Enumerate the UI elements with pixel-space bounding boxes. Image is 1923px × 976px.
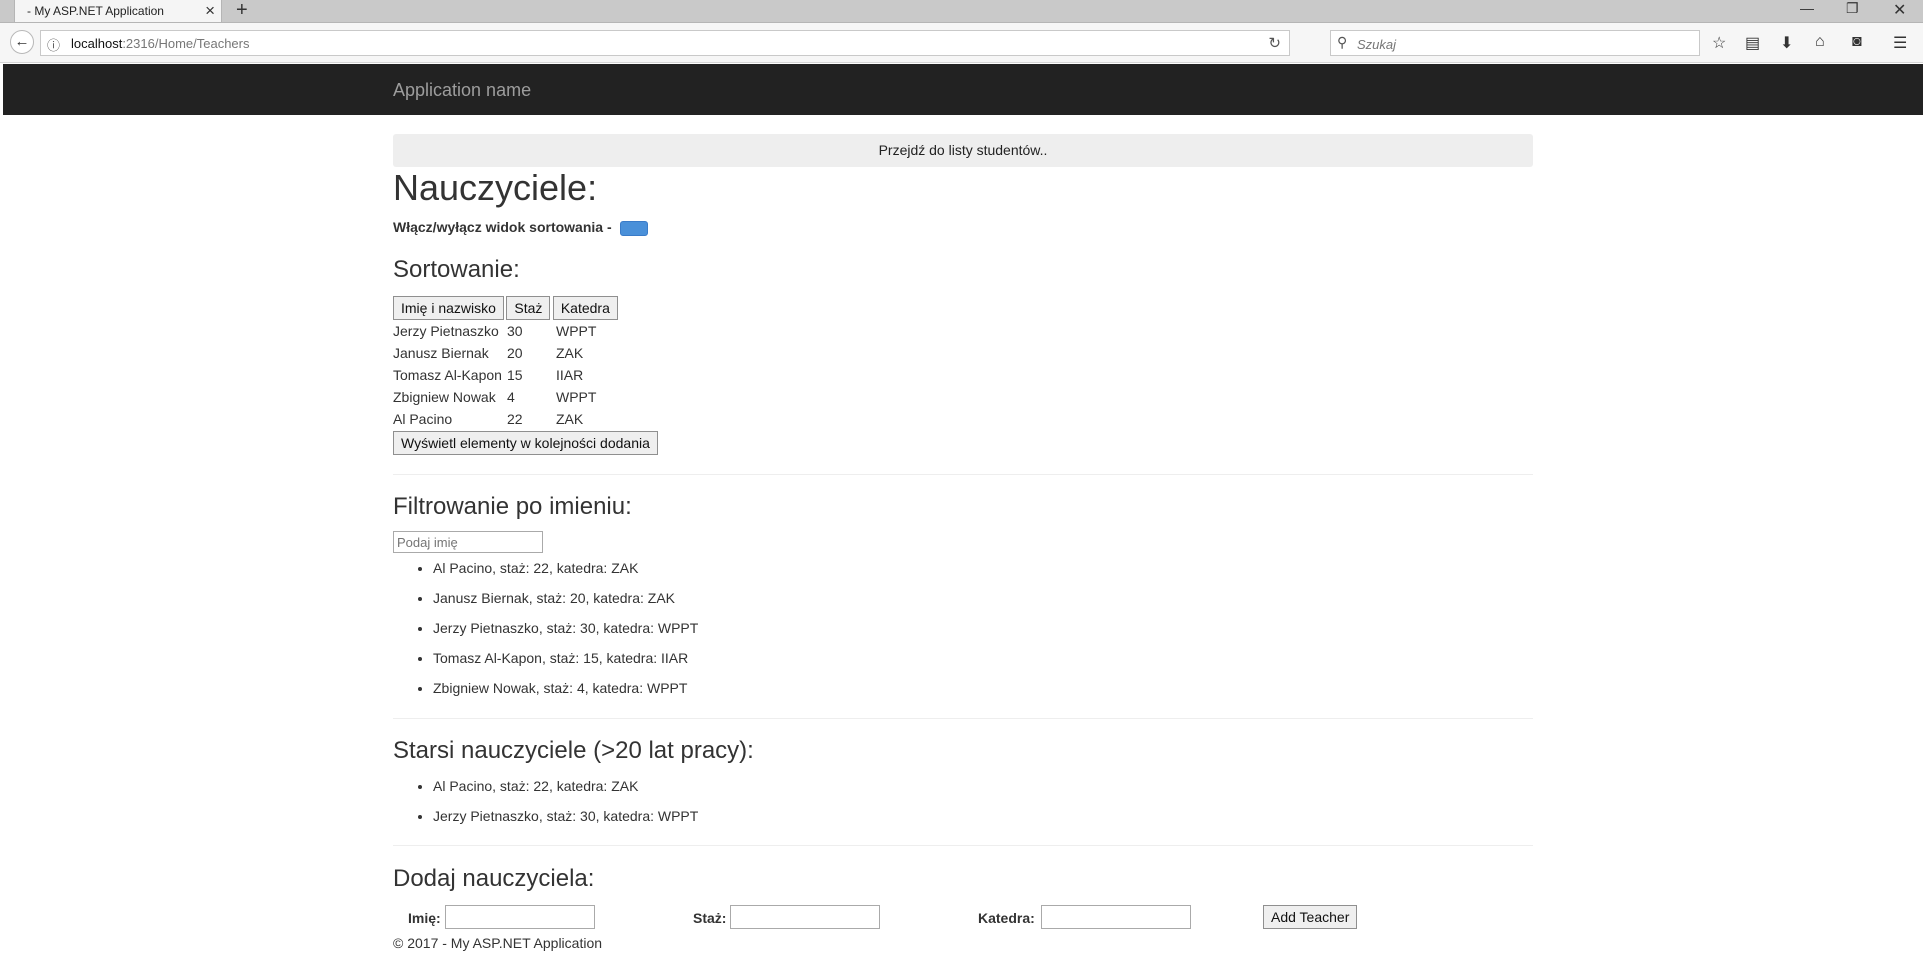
- back-icon[interactable]: ←: [10, 30, 34, 54]
- students-list-link[interactable]: Przejdź do listy studentów..: [393, 134, 1533, 167]
- minimize-icon[interactable]: —: [1800, 0, 1814, 16]
- search-icon: ⚲: [1337, 34, 1348, 50]
- divider: [393, 845, 1533, 846]
- page-title: Nauczyciele:: [393, 167, 598, 208]
- close-window-icon[interactable]: ✕: [1893, 0, 1906, 20]
- add-teacher-heading: Dodaj nauczyciela:: [393, 865, 595, 892]
- table-row: Zbigniew Nowak 4 WPPT: [393, 386, 600, 408]
- sort-by-experience-button[interactable]: Staż: [506, 296, 551, 320]
- divider: [393, 718, 1533, 719]
- list-item: Tomasz Al-Kapon, staż: 15, katedra: IIAR: [433, 643, 698, 673]
- cell-department: WPPT: [556, 389, 597, 405]
- filter-heading: Filtrowanie po imieniu:: [393, 493, 632, 520]
- name-field[interactable]: [445, 905, 595, 929]
- list-item: Jerzy Pietnaszko, staż: 30, katedra: WPP…: [433, 801, 698, 831]
- department-label: Katedra:: [978, 910, 1035, 926]
- cell-name: Janusz Biernak: [393, 345, 489, 361]
- reader-icon[interactable]: ▤: [1745, 33, 1760, 53]
- experience-field[interactable]: [730, 905, 880, 929]
- original-order-button[interactable]: Wyświetl elementy w kolejności dodania: [393, 431, 658, 455]
- pocket-icon[interactable]: ◙: [1852, 33, 1862, 51]
- table-row: Jerzy Pietnaszko 30 WPPT: [393, 320, 600, 342]
- close-tab-icon[interactable]: ×: [205, 1, 215, 21]
- list-item: Al Pacino, staż: 22, katedra: ZAK: [433, 771, 698, 801]
- sort-buttons: Imię i nazwisko Staż Katedra: [393, 296, 618, 320]
- name-label: Imię:: [408, 910, 441, 926]
- list-item: Jerzy Pietnaszko, staż: 30, katedra: WPP…: [433, 613, 698, 643]
- name-filter-input[interactable]: [393, 531, 543, 553]
- cell-department: ZAK: [556, 411, 584, 427]
- table-row: Al Pacino 22 ZAK: [393, 408, 600, 430]
- sort-toggle-label: Włącz/wyłącz widok sortowania -: [393, 219, 612, 235]
- new-tab-icon[interactable]: +: [236, 0, 248, 22]
- cell-name: Jerzy Pietnaszko: [393, 323, 499, 339]
- bookmark-star-icon[interactable]: ☆: [1712, 33, 1726, 53]
- sort-by-department-button[interactable]: Katedra: [552, 296, 618, 320]
- list-item: Al Pacino, staż: 22, katedra: ZAK: [433, 553, 698, 583]
- sorted-teachers-table: Jerzy Pietnaszko 30 WPPT Janusz Biernak …: [393, 320, 600, 430]
- add-teacher-form: Imię: Staż: Katedra: Add Teacher: [393, 903, 1533, 931]
- cell-experience: 22: [507, 411, 523, 427]
- senior-teachers-list: Al Pacino, staż: 22, katedra: ZAK Jerzy …: [393, 771, 698, 831]
- restore-icon[interactable]: ❐: [1846, 0, 1859, 17]
- cell-name: Zbigniew Nowak: [393, 389, 496, 405]
- browser-tab-strip: - My ASP.NET Application × + — ❐ ✕: [0, 0, 1923, 23]
- cell-name: Al Pacino: [393, 411, 453, 427]
- cell-experience: 30: [507, 323, 523, 339]
- sort-toggle-button[interactable]: [619, 220, 648, 236]
- table-row: Tomasz Al-Kapon 15 IIAR: [393, 364, 600, 386]
- list-item: Zbigniew Nowak, staż: 4, katedra: WPPT: [433, 673, 698, 703]
- browser-tab[interactable]: - My ASP.NET Application ×: [14, 0, 222, 22]
- senior-teachers-heading: Starsi nauczyciele (>20 lat pracy):: [393, 737, 754, 764]
- cell-department: IIAR: [556, 367, 584, 383]
- footer: © 2017 - My ASP.NET Application: [393, 935, 603, 951]
- url-text: localhost:2316/Home/Teachers: [71, 36, 250, 51]
- download-icon[interactable]: ⬇: [1780, 33, 1793, 53]
- sort-toggle-row: Włącz/wyłącz widok sortowania -: [393, 219, 648, 236]
- info-icon[interactable]: ⓘ: [47, 35, 60, 54]
- cell-name: Tomasz Al-Kapon: [393, 367, 502, 383]
- department-field[interactable]: [1041, 905, 1191, 929]
- sort-by-name-button[interactable]: Imię i nazwisko: [393, 296, 504, 320]
- reload-icon[interactable]: ↻: [1268, 34, 1281, 52]
- cell-experience: 15: [507, 367, 523, 383]
- sorting-heading: Sortowanie:: [393, 256, 520, 283]
- menu-icon[interactable]: ☰: [1893, 33, 1907, 53]
- divider: [393, 474, 1533, 475]
- browser-toolbar: ← ⓘ localhost:2316/Home/Teachers ↻ ⚲ ☆ ▤…: [0, 23, 1923, 63]
- cell-department: WPPT: [556, 323, 597, 339]
- search-input[interactable]: [1355, 34, 1689, 54]
- experience-label: Staż:: [693, 910, 727, 926]
- cell-department: ZAK: [556, 345, 584, 361]
- url-host: localhost: [71, 36, 123, 51]
- tab-title: - My ASP.NET Application: [27, 4, 164, 18]
- filtered-teachers-list: Al Pacino, staż: 22, katedra: ZAK Janusz…: [393, 553, 698, 703]
- brand-link[interactable]: Application name: [393, 80, 531, 101]
- cell-experience: 20: [507, 345, 523, 361]
- site-navbar: Application name: [3, 64, 1923, 115]
- home-icon[interactable]: ⌂: [1815, 33, 1825, 51]
- list-item: Janusz Biernak, staż: 20, katedra: ZAK: [433, 583, 698, 613]
- search-bar[interactable]: ⚲: [1330, 30, 1700, 56]
- url-bar[interactable]: ⓘ localhost:2316/Home/Teachers ↻: [40, 30, 1290, 56]
- cell-experience: 4: [507, 389, 515, 405]
- url-path: :2316/Home/Teachers: [122, 36, 250, 51]
- add-teacher-button[interactable]: Add Teacher: [1263, 905, 1358, 929]
- table-row: Janusz Biernak 20 ZAK: [393, 342, 600, 364]
